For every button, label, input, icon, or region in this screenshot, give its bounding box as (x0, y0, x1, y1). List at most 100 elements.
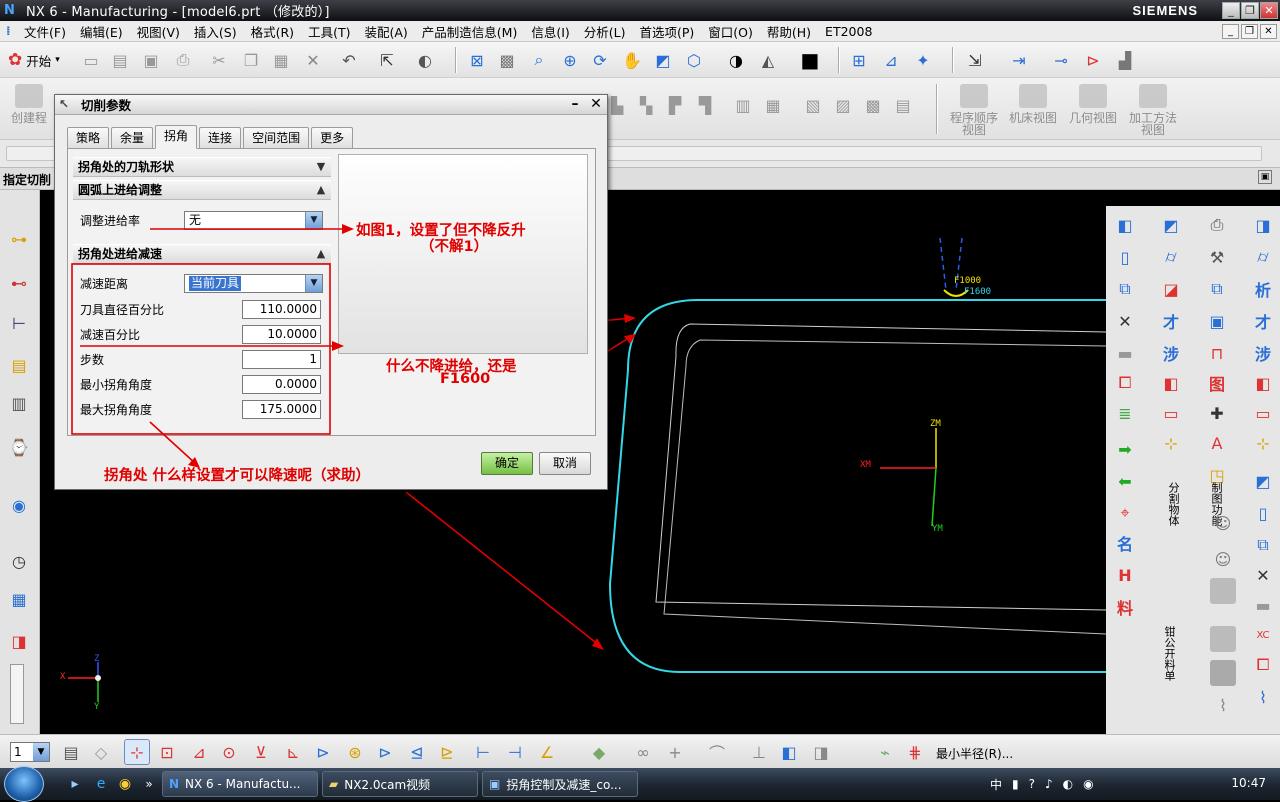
book-icon[interactable]: ▯ (1112, 244, 1138, 270)
rotate-icon[interactable]: ⟳ (587, 47, 613, 73)
axis-tool-2-icon[interactable]: ⊹ (1250, 430, 1276, 456)
cube-red-icon[interactable]: ◧ (1250, 370, 1276, 396)
measure-length-icon[interactable]: ⊣ (502, 739, 528, 765)
zoom-icon[interactable]: ⌕ (526, 47, 552, 73)
face-icon[interactable]: ◨ (1250, 212, 1276, 238)
doc-restore-button[interactable]: ❐ (1241, 24, 1258, 39)
tab-more[interactable]: 更多 (311, 127, 354, 149)
menu-help[interactable]: 帮助(H) (767, 22, 811, 41)
coil-icon[interactable]: ⌇ (1250, 684, 1276, 710)
operation-navigator-icon[interactable]: ⊶ (6, 226, 32, 252)
menu-info[interactable]: 信息(I) (531, 22, 569, 41)
curve-icon[interactable]: ⌒ (704, 739, 730, 765)
start-button[interactable]: ✿ 开始 ▾ (8, 48, 60, 72)
create-geometry-icon[interactable]: ▛ (662, 92, 688, 118)
postprocess-icon[interactable]: ▟ (1112, 47, 1138, 73)
zoom-in-out-icon[interactable]: ⊕ (557, 47, 583, 73)
program-order-view-button[interactable]: 程序顺序视图 (946, 84, 1002, 136)
group-corner-slowdown[interactable]: 拐角处进给减速 ▲ (73, 244, 331, 264)
snap-mid-icon[interactable]: ⊿ (186, 739, 212, 765)
dialog-close-button[interactable]: ✕ (586, 96, 606, 113)
surface-icon[interactable]: ◆ (586, 739, 612, 765)
link-icon[interactable]: ∞ (630, 739, 656, 765)
group-arc-feed[interactable]: 圆弧上进给调整 ▲ (73, 180, 331, 200)
coil-2-icon[interactable]: ⌇ (1210, 692, 1236, 718)
network-icon[interactable]: ▮ (1012, 777, 1019, 791)
cancel-button[interactable]: 取消 (539, 452, 591, 475)
prompt-options-icon[interactable]: ▣ (1258, 170, 1272, 184)
gray-block-icon-2[interactable] (1210, 626, 1236, 652)
color-swatch-icon[interactable]: ■ (797, 47, 823, 73)
menu-tools[interactable]: 工具(T) (308, 22, 350, 41)
snap-pole-icon[interactable]: ⊳ (372, 739, 398, 765)
menu-window[interactable]: 窗口(O) (708, 22, 753, 41)
snap-point-icon[interactable]: ⊹ (124, 739, 150, 765)
wcs-origin-icon[interactable]: ✦ (910, 47, 936, 73)
red-box-icon[interactable]: ◧ (1158, 370, 1184, 396)
layer-select[interactable]: 1 ▼ (10, 742, 50, 762)
menu-analysis[interactable]: 分析(L) (584, 22, 626, 41)
ok-button[interactable]: 确定 (481, 452, 533, 475)
comb-icon[interactable]: ⋕ (902, 739, 928, 765)
undo-icon[interactable]: ↶ (336, 47, 362, 73)
resource-scrollbar[interactable] (10, 664, 24, 724)
pan-icon[interactable]: ✋ (619, 47, 645, 73)
tab-corners[interactable]: 拐角 (155, 125, 198, 149)
restore-button[interactable]: ❐ (1241, 2, 1259, 19)
wrench-icon[interactable]: ⚒ (1204, 244, 1230, 270)
copy-icon[interactable]: ❐ (238, 47, 264, 73)
cut-icon[interactable]: ✂ (206, 47, 232, 73)
new-file-icon[interactable]: ▭ (78, 47, 104, 73)
speaker-icon[interactable]: ♪ (1045, 777, 1053, 791)
select-filter-icon[interactable]: ⇲ (962, 47, 988, 73)
machine-tool-navigator-icon[interactable]: ⊷ (6, 270, 32, 296)
menu-preferences[interactable]: 首选项(P) (640, 22, 695, 41)
task-video[interactable]: ▣ 拐角控制及减速_co... (482, 771, 638, 797)
overflow-chevron-icon[interactable]: » (136, 771, 162, 797)
verify-toolpath-icon[interactable]: ⊳ (1080, 47, 1106, 73)
tab-connections[interactable]: 连接 (199, 127, 242, 149)
transform-icon[interactable]: ▧ (800, 92, 826, 118)
task-folder[interactable]: ▰ NX2.0cam视频 (322, 771, 478, 797)
minimize-button[interactable]: _ (1222, 2, 1240, 19)
wcs-dynamic-icon[interactable]: ⊿ (878, 47, 904, 73)
part-navigator-icon[interactable]: ⊢ (6, 310, 32, 336)
mask-icon-1[interactable]: ☺ (1210, 510, 1236, 536)
perspective-icon[interactable]: ◩ (650, 47, 676, 73)
menu-insert[interactable]: 插入(S) (194, 22, 237, 41)
menu-assembly[interactable]: 装配(A) (364, 22, 407, 41)
red-rect-icon[interactable]: ▭ (1158, 400, 1184, 426)
delete-x-2-icon[interactable]: ✕ (1250, 562, 1276, 588)
snap-control-icon[interactable]: ⊙ (216, 739, 242, 765)
taskbar-clock[interactable]: 10:47 (1231, 776, 1266, 790)
copy-layer-icon[interactable]: ⧠ (1112, 370, 1138, 396)
radius-icon[interactable]: ⌁ (872, 739, 898, 765)
palette-icon[interactable]: ▦ (6, 586, 32, 612)
create-method-icon[interactable]: ▜ (692, 92, 718, 118)
tool-icon[interactable]: ⊥ (746, 739, 772, 765)
doc-close-button[interactable]: ✕ (1260, 24, 1277, 39)
wcs-icon[interactable]: ⊞ (846, 47, 872, 73)
layer-visible-icon[interactable]: ◇ (88, 739, 114, 765)
tab-containment[interactable]: 空间范围 (243, 127, 310, 149)
render-style-icon[interactable]: ◑ (723, 47, 749, 73)
dialog-minimize-button[interactable]: – (565, 96, 585, 113)
menu-file[interactable]: 文件(F) (24, 22, 66, 41)
h-name-icon[interactable]: H (1112, 562, 1138, 588)
cylinder-2-icon[interactable]: ⌭ (1250, 244, 1276, 270)
target-icon[interactable]: ⌖ (1112, 500, 1138, 526)
block-icon[interactable]: ◧ (1112, 212, 1138, 238)
drawing-icon[interactable]: 图 (1204, 370, 1230, 396)
tool-diameter-pct-input[interactable]: 110.0000 (242, 300, 321, 319)
snap-bounded-icon[interactable]: ⊵ (434, 739, 460, 765)
snap-existing-icon[interactable]: ⊛ (342, 739, 368, 765)
delete-x-icon[interactable]: ✕ (1112, 308, 1138, 334)
tray-icon-1[interactable]: ◐ (1063, 777, 1073, 791)
cut-object-icon[interactable]: ▦ (760, 92, 786, 118)
slowdown-pct-input[interactable]: 10.0000 (242, 325, 321, 344)
printer-icon[interactable]: ⎙ (1204, 212, 1230, 238)
doc-minimize-button[interactable]: _ (1222, 24, 1239, 39)
max-corner-angle-input[interactable]: 175.0000 (242, 400, 321, 419)
snap-face-icon[interactable]: ⊴ (404, 739, 430, 765)
show-hide-icon[interactable]: ◐ (412, 47, 438, 73)
